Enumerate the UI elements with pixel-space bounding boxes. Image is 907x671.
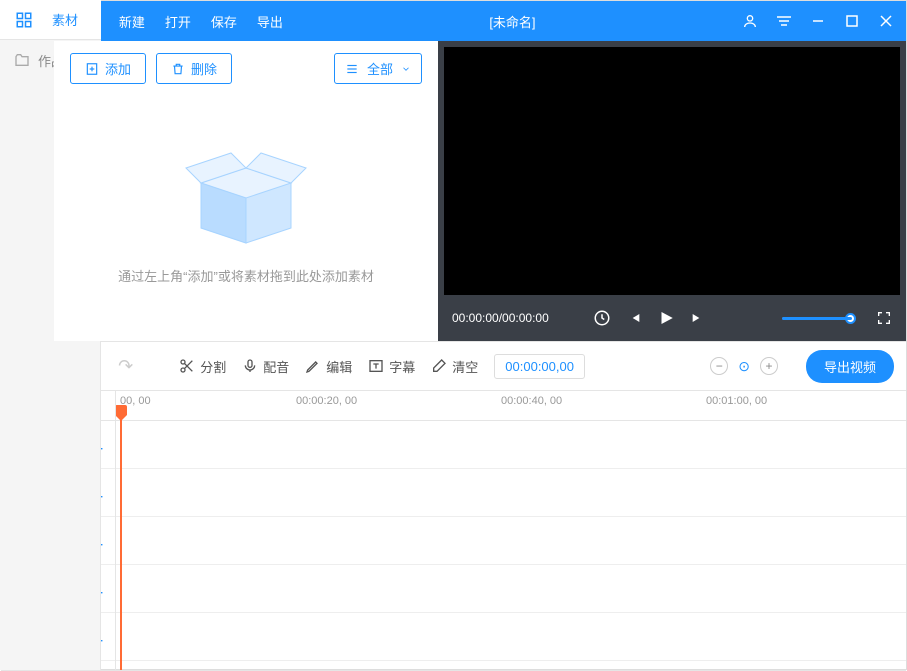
scissors-icon (179, 358, 195, 374)
clear-button[interactable]: 清空 (431, 357, 478, 376)
zoom-out-icon[interactable]: − (710, 357, 728, 375)
preview-panel: 00:00:00/00:00:00 (438, 41, 906, 341)
filter-dropdown[interactable]: 全部 (334, 53, 422, 84)
maximize-icon[interactable] (844, 13, 860, 29)
playback-controls (593, 309, 707, 327)
zoom-in-icon[interactable]: + (760, 357, 778, 375)
split-button[interactable]: 分割 (179, 357, 226, 376)
zoom-controls: − ⊙ + (710, 357, 778, 375)
menu-new[interactable]: 新建 (119, 12, 145, 31)
ruler-mark: 00:00:20, 00 (296, 395, 357, 407)
title-bar: ev剪辑 新建 打开 保存 导出 [未命名] (1, 1, 906, 41)
list-icon (345, 62, 359, 76)
material-panel: 添加 删除 全部 通过左上角“添加”或 (54, 41, 438, 341)
sidebar-tabs: 素材 (0, 0, 101, 40)
delete-button[interactable]: 删除 (156, 53, 232, 84)
main-menu: 新建 打开 保存 导出 (119, 12, 283, 31)
subtitle-button[interactable]: 字幕 (368, 357, 415, 376)
volume-thumb[interactable] (845, 313, 856, 324)
menu-dropdown-icon[interactable] (776, 13, 792, 29)
add-button[interactable]: 添加 (70, 53, 146, 84)
time-display: 00:00:00/00:00:00 (452, 311, 549, 325)
timeline: 视频 + 音乐 + 图片 + 字幕 + 配音 + 00, 00 00:00:20… (1, 391, 906, 671)
export-video-button[interactable]: 导出视频 (806, 350, 894, 383)
trash-icon (171, 62, 185, 76)
add-file-icon (85, 62, 99, 76)
dub-button[interactable]: 配音 (242, 357, 289, 376)
ruler-mark: 00:00:40, 00 (501, 395, 562, 407)
text-icon (368, 358, 384, 374)
edit-button[interactable]: 编辑 (305, 357, 352, 376)
redo-icon[interactable]: ↷ (118, 356, 133, 377)
window-title: [未命名] (283, 12, 742, 31)
zoom-fit-icon[interactable]: ⊙ (738, 358, 750, 375)
next-icon[interactable] (689, 309, 707, 327)
track-row[interactable] (116, 517, 906, 565)
dub-label: 配音 (263, 357, 289, 376)
track-row[interactable] (116, 469, 906, 517)
user-icon[interactable] (742, 13, 758, 29)
menu-export[interactable]: 导出 (257, 12, 283, 31)
empty-hint-text: 通过左上角“添加”或将素材拖到此处添加素材 (118, 266, 374, 285)
material-tab[interactable]: 素材 (48, 0, 78, 39)
material-toolbar: 添加 删除 全部 (70, 53, 422, 84)
menu-save[interactable]: 保存 (211, 12, 237, 31)
edit-label: 编辑 (326, 357, 352, 376)
prev-icon[interactable] (625, 309, 643, 327)
play-icon[interactable] (657, 309, 675, 327)
edit-toolbar: 对齐 ↶ ↷ 分割 配音 编辑 字幕 清空 00:00:00,00 − ⊙ + … (1, 341, 906, 391)
loop-icon[interactable] (593, 309, 611, 327)
filter-label: 全部 (367, 59, 393, 78)
close-icon[interactable] (878, 13, 894, 29)
preview-video-area[interactable] (444, 47, 900, 295)
main-area: 素材 作品 添加 删除 全部 (1, 41, 906, 341)
time-input[interactable]: 00:00:00,00 (494, 354, 585, 379)
eraser-icon (431, 358, 447, 374)
empty-state: 通过左上角“添加”或将素材拖到此处添加素材 (70, 94, 422, 329)
split-label: 分割 (200, 357, 226, 376)
preview-controls: 00:00:00/00:00:00 (438, 295, 906, 341)
volume-slider[interactable] (782, 317, 852, 320)
track-row[interactable] (116, 421, 906, 469)
chevron-down-icon (401, 64, 411, 74)
folder-icon (14, 52, 30, 68)
timeline-body[interactable]: 00, 00 00:00:20, 00 00:00:40, 00 00:01:0… (116, 391, 906, 670)
clear-label: 清空 (452, 357, 478, 376)
pencil-icon (305, 358, 321, 374)
track-row[interactable] (116, 565, 906, 613)
ruler-mark: 00:01:00, 00 (706, 395, 767, 407)
grid-tab-icon[interactable] (0, 0, 48, 39)
window-controls (742, 13, 894, 29)
menu-open[interactable]: 打开 (165, 12, 191, 31)
subtitle-label: 字幕 (389, 357, 415, 376)
empty-box-icon (181, 138, 311, 248)
fullscreen-icon[interactable] (876, 310, 892, 326)
track-row[interactable] (116, 613, 906, 661)
playhead[interactable] (120, 413, 122, 670)
add-button-label: 添加 (105, 59, 131, 78)
mic-icon (242, 358, 258, 374)
minimize-icon[interactable] (810, 13, 826, 29)
delete-button-label: 删除 (191, 59, 217, 78)
timeline-ruler[interactable]: 00, 00 00:00:20, 00 00:00:40, 00 00:01:0… (116, 391, 906, 421)
